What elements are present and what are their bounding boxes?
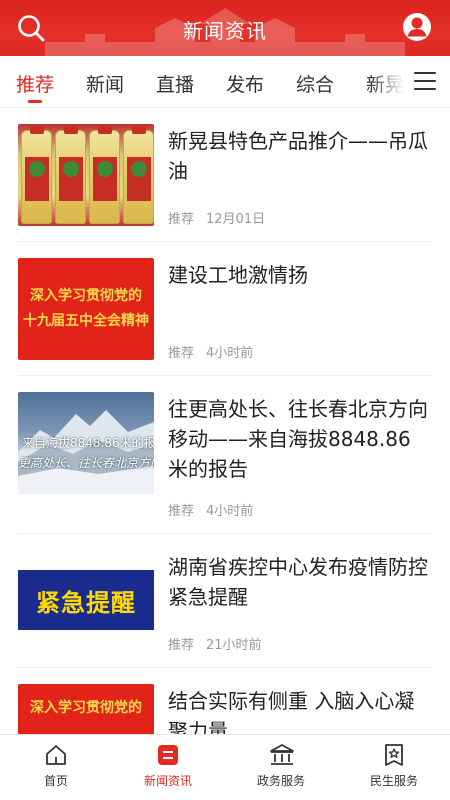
news-headline: 往更高处长、往长春北京方向移动——来自海拔8848.86米的报告 [168, 397, 428, 481]
people-service-icon [385, 744, 403, 766]
nav-label: 新闻资讯 [143, 774, 192, 788]
news-meta: 推荐 4小时前 [168, 342, 253, 361]
active-tab-indicator [28, 100, 42, 103]
bottom-navigation: 首页 新闻资讯 政务服务 民生服务 [0, 734, 450, 800]
nav-label: 首页 [43, 774, 68, 788]
thumbnail-text: 更高处长、往长春北京方向 [18, 456, 154, 470]
nav-label: 政务服务 [256, 774, 305, 788]
news-item[interactable]: 来自海拔8848.86米的报告 更高处长、往长春北京方向 往更高处长、往长春北京… [18, 376, 432, 534]
news-thumbnail-urgent: 紧急提醒 [18, 550, 154, 652]
thumbnail-text: 十九届五中全会精神 [23, 313, 149, 329]
news-category: 推荐 [168, 504, 195, 519]
news-time: 21小时前 [206, 638, 262, 653]
app-header: 新闻资讯 [0, 0, 450, 56]
home-icon [46, 745, 66, 765]
tab-general[interactable]: 综合 [296, 70, 334, 97]
tabs-fade [370, 56, 410, 106]
news-meta: 推荐 12月01日 [168, 208, 265, 227]
thumbnail-text: 深入学习贯彻党的 [30, 288, 142, 304]
menu-icon[interactable] [414, 72, 436, 92]
news-category: 推荐 [168, 212, 195, 227]
news-thumbnail-slogan: 深入学习贯彻党的 [18, 684, 154, 734]
news-time: 4小时前 [206, 346, 254, 361]
government-icon [270, 744, 294, 765]
news-meta: 推荐 4小时前 [168, 500, 253, 519]
news-category: 推荐 [168, 346, 195, 361]
news-icon [158, 745, 178, 765]
tab-recommend[interactable]: 推荐 [16, 70, 54, 97]
news-meta: 推荐 21小时前 [168, 634, 262, 653]
nav-label: 民生服务 [369, 774, 418, 788]
news-item[interactable]: 深入学习贯彻党的 十九届五中全会精神 建设工地激情扬 推荐 4小时前 [18, 242, 432, 376]
news-headline: 建设工地激情扬 [168, 263, 308, 287]
tab-news[interactable]: 新闻 [86, 70, 124, 97]
thumbnail-text: 深入学习贯彻党的 [30, 700, 142, 716]
news-item[interactable]: 新晃县特色产品推介——吊瓜油 推荐 12月01日 [18, 108, 432, 242]
news-list: 新晃县特色产品推介——吊瓜油 推荐 12月01日 深入学习贯彻党的 十九届五中全会… [0, 108, 450, 734]
news-headline: 结合实际有侧重 入脑入心凝聚力量 [168, 689, 415, 734]
news-time: 4小时前 [206, 504, 254, 519]
news-headline: 湖南省疾控中心发布疫情防控紧急提醒 [168, 555, 428, 609]
news-time: 12月01日 [206, 212, 266, 227]
nav-people-service[interactable]: 民生服务 [338, 735, 450, 800]
news-item[interactable]: 紧急提醒 湖南省疾控中心发布疫情防控紧急提醒 推荐 21小时前 [18, 534, 432, 668]
news-thumbnail-everest: 来自海拔8848.86米的报告 更高处长、往长春北京方向 [18, 392, 154, 494]
tab-live[interactable]: 直播 [156, 70, 194, 97]
news-thumbnail-slogan: 深入学习贯彻党的 十九届五中全会精神 [18, 258, 154, 360]
news-item[interactable]: 深入学习贯彻党的 结合实际有侧重 入脑入心凝聚力量 [18, 668, 432, 734]
news-category: 推荐 [168, 638, 195, 653]
user-icon [403, 13, 431, 41]
news-thumbnail-oil [18, 124, 154, 226]
news-headline: 新晃县特色产品推介——吊瓜油 [168, 129, 428, 183]
tab-publish[interactable]: 发布 [226, 70, 264, 97]
thumbnail-text: 紧急提醒 [36, 588, 136, 617]
page-title: 新闻资讯 [183, 19, 267, 43]
nav-government[interactable]: 政务服务 [225, 735, 337, 800]
category-tabs: 推荐 新闻 直播 发布 综合 新晃 [0, 56, 450, 108]
nav-news[interactable]: 新闻资讯 [112, 735, 224, 800]
nav-home[interactable]: 首页 [0, 735, 112, 800]
user-profile-button[interactable] [402, 12, 432, 42]
thumbnail-text: 来自海拔8848.86米的报告 [22, 436, 154, 450]
